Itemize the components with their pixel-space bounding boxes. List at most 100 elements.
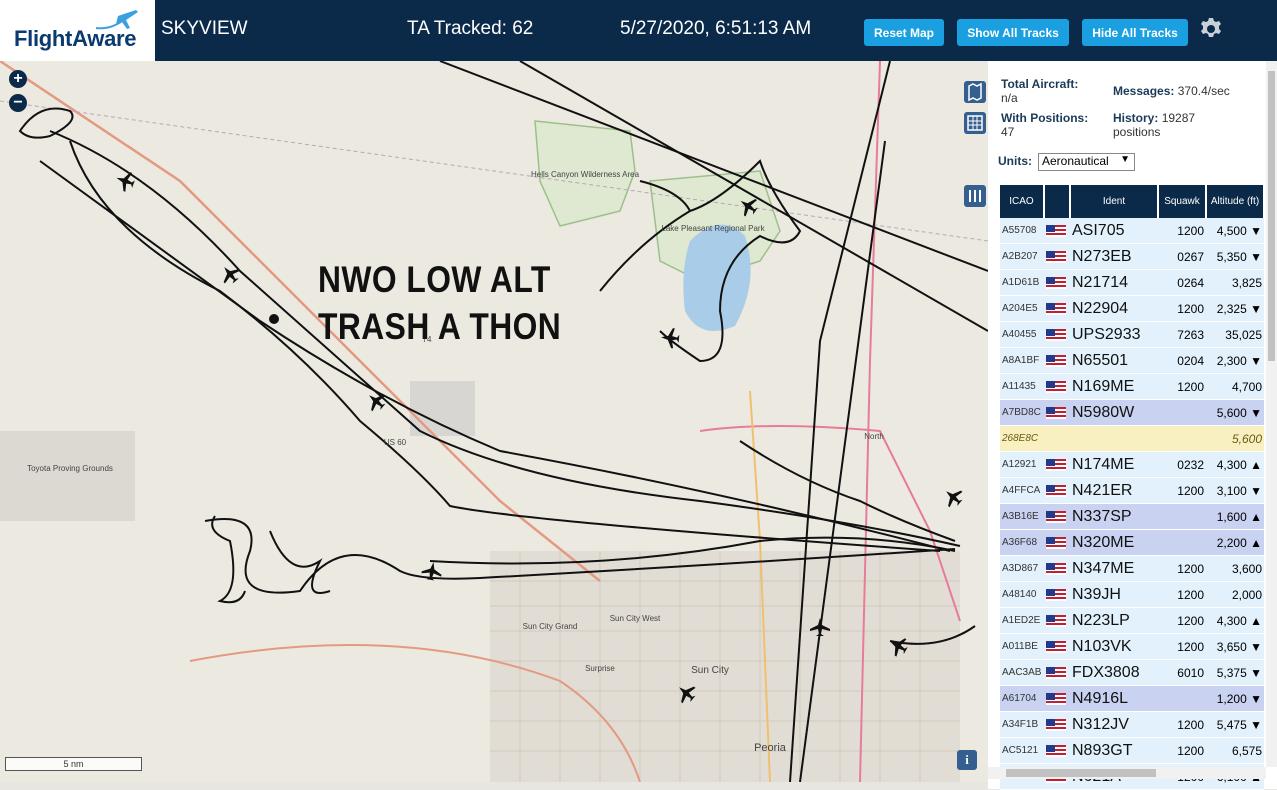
table-cell-ident: N4916L (1070, 685, 1158, 712)
table-row[interactable]: A12921 N174ME 0232 4,300 ▲ (1000, 451, 1264, 478)
us-flag-icon (1046, 303, 1066, 316)
table-cell-ident: N320ME (1070, 529, 1158, 556)
table-cell-ident: N174ME (1070, 451, 1158, 478)
table-cell-squawk: 0232 (1158, 451, 1206, 478)
flag-icon (1044, 373, 1070, 400)
table-row[interactable]: A61704 N4916L 1,200 ▼ (1000, 685, 1264, 712)
table-cell-squawk: 1200 (1158, 737, 1206, 764)
table-row[interactable]: A7BD8C N5980W 5,600 ▼ (1000, 399, 1264, 426)
us-flag-icon (1046, 485, 1066, 498)
sun-city-label: Sun City (691, 665, 729, 676)
us-flag-icon (1046, 667, 1066, 680)
table-row[interactable]: A34F1B N312JV 1200 5,475 ▼ (1000, 711, 1264, 738)
table-cell-icao: A011BE (1000, 633, 1044, 660)
table-row[interactable]: A1ED2E N223LP 1200 4,300 ▲ (1000, 607, 1264, 634)
table-row[interactable]: AAC3AB FDX3808 6010 5,375 ▼ (1000, 659, 1264, 686)
total-aircraft-value: n/a (1001, 91, 1018, 105)
table-cell-altitude: 4,300 ▲ (1206, 607, 1264, 634)
table-row[interactable]: A48140 N39JH 1200 2,000 (1000, 581, 1264, 608)
table-cell-squawk (1158, 529, 1206, 556)
annotation-line1: NWO LOW ALT (318, 259, 551, 300)
table-row[interactable]: A11435 N169ME 1200 4,700 (1000, 373, 1264, 400)
table-row[interactable]: A204E5 N22904 1200 2,325 ▼ (1000, 295, 1264, 322)
show-all-tracks-button[interactable]: Show All Tracks (957, 19, 1069, 46)
table-cell-icao: A204E5 (1000, 295, 1044, 322)
us-flag-icon (1046, 511, 1066, 524)
map-canvas[interactable]: Hells Canyon Wilderness Area Lake Pleasa… (0, 61, 988, 782)
table-cell-altitude: 4,500 ▼ (1206, 218, 1264, 244)
table-cell-ident: N169ME (1070, 373, 1158, 400)
table-cell-ident: ASI705 (1070, 218, 1158, 244)
table-cell-squawk: 1200 (1158, 295, 1206, 322)
table-cell-icao: A2B207 (1000, 243, 1044, 270)
table-row[interactable]: A36F68 N320ME 2,200 ▲ (1000, 529, 1264, 556)
flag-icon (1044, 399, 1070, 426)
surprise-label: Surprise (585, 664, 615, 673)
info-button[interactable]: i (957, 750, 977, 770)
table-row[interactable]: A40455 UPS2933 7263 35,025 (1000, 321, 1264, 348)
with-positions-stat: With Positions: 47 (1001, 111, 1088, 139)
table-cell-altitude: 2,200 ▲ (1206, 529, 1264, 556)
scroll-thumb-h[interactable] (1006, 769, 1156, 777)
table-cell-icao: A36F68 (1000, 529, 1044, 556)
table-cell-squawk: 1200 (1158, 373, 1206, 400)
us-flag-icon (1046, 251, 1066, 264)
messages-label: Messages: (1113, 84, 1175, 98)
toyota-label: Toyota Proving Grounds (27, 464, 113, 473)
columns-toggle-icon[interactable] (964, 185, 986, 207)
table-row[interactable]: AC5121 N893GT 1200 6,575 (1000, 737, 1264, 764)
us-flag-icon (1046, 459, 1066, 472)
scroll-thumb[interactable] (1268, 71, 1275, 361)
table-row[interactable]: 268E8C 5,600 (1000, 425, 1264, 452)
vertical-scrollbar[interactable] (1266, 61, 1277, 767)
table-row[interactable]: A011BE N103VK 1200 3,650 ▼ (1000, 633, 1264, 660)
table-cell-altitude: 2,300 ▼ (1206, 347, 1264, 374)
sun-city-west-label: Sun City West (610, 614, 661, 623)
north-label: North (864, 432, 884, 441)
table-cell-squawk: 0264 (1158, 269, 1206, 296)
zoom-out-button[interactable]: − (9, 94, 27, 112)
us-flag-icon (1046, 225, 1066, 238)
units-select[interactable]: Aeronautical ▼ (1038, 153, 1135, 171)
table-cell-squawk: 1200 (1158, 711, 1206, 738)
table-row[interactable]: A2B207 N273EB 0267 5,350 ▼ (1000, 243, 1264, 270)
table-cell-squawk: 1200 (1158, 581, 1206, 608)
ident-header[interactable]: Ident (1070, 185, 1159, 218)
flag-icon (1044, 425, 1070, 452)
table-row[interactable]: A4FFCA N421ER 1200 3,100 ▼ (1000, 477, 1264, 504)
icao-header[interactable]: ICAO (1000, 185, 1045, 218)
sun-city-grand-label: Sun City Grand (523, 622, 578, 631)
table-row[interactable]: A3D867 N347ME 1200 3,600 (1000, 555, 1264, 582)
flightaware-logo[interactable]: FlightAware (0, 0, 155, 61)
table-cell-altitude: 5,475 ▼ (1206, 711, 1264, 738)
table-cell-altitude: 4,300 ▲ (1206, 451, 1264, 478)
us-flag-icon (1046, 563, 1066, 576)
table-cell-icao: A48140 (1000, 581, 1044, 608)
table-row[interactable]: A55708 ASI705 1200 4,500 ▼ (1000, 218, 1264, 244)
table-cell-ident: N312JV (1070, 711, 1158, 738)
table-row[interactable]: A3B16E N337SP 1,600 ▲ (1000, 503, 1264, 530)
map-area[interactable]: Hells Canyon Wilderness Area Lake Pleasa… (0, 61, 988, 782)
table-cell-altitude: 5,600 (1206, 425, 1264, 452)
flag-icon (1044, 633, 1070, 660)
table-row[interactable]: A8A1BF N65501 0204 2,300 ▼ (1000, 347, 1264, 374)
flag-icon (1044, 503, 1070, 530)
altitude-header[interactable]: Altitude (ft) (1206, 185, 1265, 218)
reset-map-button[interactable]: Reset Map (864, 19, 944, 46)
table-cell-icao: A34F1B (1000, 711, 1044, 738)
table-cell-icao: A55708 (1000, 218, 1044, 244)
lake-pleasant-label: Lake Pleasant Regional Park (661, 224, 765, 233)
horizontal-scrollbar[interactable] (988, 767, 1266, 779)
zoom-in-button[interactable]: + (9, 70, 27, 88)
grid-icon[interactable] (964, 112, 986, 134)
map-layers-icon[interactable] (964, 81, 986, 103)
table-cell-altitude: 3,825 (1206, 269, 1264, 296)
table-row[interactable]: A1D61B N21714 0264 3,825 (1000, 269, 1264, 296)
table-cell-ident: N103VK (1070, 633, 1158, 660)
table-cell-icao: A3D867 (1000, 555, 1044, 582)
table-cell-ident: FDX3808 (1070, 659, 1158, 686)
squawk-header[interactable]: Squawk (1158, 185, 1207, 218)
gear-icon[interactable] (1199, 17, 1223, 41)
hide-all-tracks-button[interactable]: Hide All Tracks (1082, 19, 1188, 46)
us-flag-icon (1046, 589, 1066, 602)
